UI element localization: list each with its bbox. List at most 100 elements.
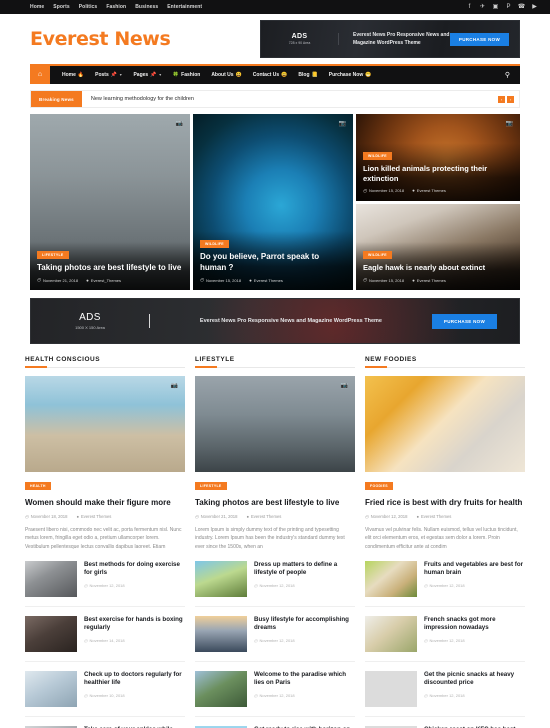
nav-item-pages[interactable]: Pages 📌 ▼ xyxy=(133,72,161,78)
twitter-icon[interactable]: ✈ xyxy=(479,4,486,11)
hero-card-parrot[interactable]: 📷 WILDLIFE Do you believe, Parrot speak … xyxy=(193,114,353,290)
section-title-lifestyle: LIFESTYLE xyxy=(195,356,355,368)
post-thumbnail[interactable] xyxy=(365,560,417,597)
smiley-icon: 😀 xyxy=(281,72,288,78)
list-item[interactable]: Fruits and vegetables are best for human… xyxy=(365,560,525,607)
post-thumbnail[interactable] xyxy=(25,615,77,652)
header-ad-slot-size: 728 x 90 Area xyxy=(288,41,311,45)
list-item[interactable]: Best exercise for hands is boxing regula… xyxy=(25,615,185,662)
post-thumbnail[interactable] xyxy=(25,670,77,707)
post-date: ◴ November 12, 2018 xyxy=(254,638,355,643)
post-thumbnail[interactable] xyxy=(195,615,247,652)
post-list: Dress up matters to define a lifestyle o… xyxy=(195,560,355,728)
whatsapp-icon[interactable]: ☎ xyxy=(518,4,525,11)
mid-ad-purchase-button[interactable]: PURCHASE NOW xyxy=(431,313,497,329)
instagram-icon[interactable]: ▣ xyxy=(492,4,499,11)
post-thumbnail[interactable] xyxy=(365,670,417,707)
post-title[interactable]: French snacks got more impression nowada… xyxy=(424,616,525,633)
post-date-text: November 15, 2018 xyxy=(368,277,405,283)
post-date: ◴ November 12, 2018 xyxy=(424,638,525,643)
nav-item-about-us[interactable]: About Us 😃 xyxy=(211,72,241,78)
featured-excerpt: Lorem Ipsum is simply dummy text of the … xyxy=(195,526,345,551)
hero-card-title[interactable]: Eagle hawk is nearly about extinct xyxy=(363,263,513,273)
category-badge[interactable]: FOODIES xyxy=(365,482,393,490)
site-logo[interactable]: Everest News xyxy=(30,28,260,50)
category-badge[interactable]: WILDLIFE xyxy=(363,251,392,260)
category-badge[interactable]: HEALTH xyxy=(25,482,51,490)
topnav-item-entertainment[interactable]: Entertainment xyxy=(167,4,202,10)
category-badge[interactable]: WILDLIFE xyxy=(200,240,229,249)
topnav-item-sports[interactable]: Sports xyxy=(53,4,69,10)
facebook-icon[interactable]: f xyxy=(466,4,473,11)
pinterest-icon[interactable]: P xyxy=(505,4,512,11)
header-ad-purchase-button[interactable]: PURCHASE NOW xyxy=(449,32,509,46)
post-body: French snacks got more impression nowada… xyxy=(424,616,525,643)
list-item[interactable]: Check up to doctors regularly for health… xyxy=(25,670,185,717)
list-item[interactable]: Welcome to the paradise which lies on Pa… xyxy=(195,670,355,717)
featured-image[interactable]: 📷 xyxy=(25,376,185,472)
post-thumbnail[interactable] xyxy=(195,560,247,597)
topnav-item-fashion[interactable]: Fashion xyxy=(106,4,126,10)
hero-card-title[interactable]: Do you believe, Parrot speak to human ? xyxy=(200,252,346,273)
list-item[interactable]: Get the picnic snacks at heavy discounte… xyxy=(365,670,525,717)
post-title[interactable]: Busy lifestyle for accomplishing dreams xyxy=(254,616,355,633)
hero-card-bridge[interactable]: 📷 LIFESTYLE Taking photos are best lifes… xyxy=(30,114,190,290)
prev-arrow-icon[interactable]: ‹ xyxy=(498,95,505,103)
post-thumbnail[interactable] xyxy=(365,615,417,652)
post-date-text: November 15, 2018 xyxy=(368,188,405,193)
post-body: Get the picnic snacks at heavy discounte… xyxy=(424,671,525,698)
home-icon[interactable]: ⌂ xyxy=(30,65,50,84)
featured-image[interactable] xyxy=(365,376,525,472)
post-author: ● Everest Themes xyxy=(412,188,446,193)
header-ad-banner[interactable]: ADS 728 x 90 Area Everest News Pro Respo… xyxy=(260,20,520,58)
mid-ad-banner[interactable]: ADS 1500 X 150 Area Everest News Pro Res… xyxy=(30,298,520,344)
hero-card-overlay: WILDLIFE Do you believe, Parrot speak to… xyxy=(193,231,353,290)
post-title[interactable]: Check up to doctors regularly for health… xyxy=(84,671,185,688)
nav-item-contact-us[interactable]: Contact Us 😀 xyxy=(253,72,288,78)
post-title[interactable]: Welcome to the paradise which lies on Pa… xyxy=(254,671,355,688)
category-badge[interactable]: LIFESTYLE xyxy=(195,482,227,490)
fire-icon: 🔥 xyxy=(77,72,85,78)
topnav-item-politics[interactable]: Politics xyxy=(79,4,98,10)
featured-title[interactable]: Taking photos are best lifestyle to live xyxy=(195,498,355,509)
nav-item-purchase-now[interactable]: Purchase Now 😁 xyxy=(329,72,372,78)
list-item[interactable]: Busy lifestyle for accomplishing dreams … xyxy=(195,615,355,662)
topnav-item-home[interactable]: Home xyxy=(30,4,44,10)
post-author-text: Everest Themes xyxy=(420,513,452,519)
featured-title[interactable]: Fried rice is best with dry fruits for h… xyxy=(365,498,525,509)
post-author-text: Everest Themes xyxy=(253,277,283,283)
youtube-icon[interactable]: ▶ xyxy=(531,4,538,11)
category-badge[interactable]: WILDLIFE xyxy=(363,152,392,160)
category-badge[interactable]: LIFESTYLE xyxy=(37,250,69,259)
nav-item-about-us-label: About Us xyxy=(211,72,234,78)
post-author: ● Everest Themes xyxy=(76,514,111,519)
post-date: ◴ November 21, 2018 xyxy=(195,514,237,519)
nav-item-posts[interactable]: Posts 📌 ▼ xyxy=(95,72,122,78)
search-icon[interactable]: ⚲ xyxy=(505,71,510,79)
list-item[interactable]: Dress up matters to define a lifestyle o… xyxy=(195,560,355,607)
nav-item-home[interactable]: Home 🔥 xyxy=(62,72,84,78)
list-item[interactable]: Best methods for doing exercise for girl… xyxy=(25,560,185,607)
featured-title[interactable]: Women should make their figure more xyxy=(25,498,185,509)
nav-item-blog[interactable]: Blog 📒 xyxy=(298,72,317,78)
post-thumbnail[interactable] xyxy=(25,560,77,597)
hero-card-title[interactable]: Lion killed animals protecting their ext… xyxy=(363,164,513,184)
topnav-item-business[interactable]: Business xyxy=(135,4,158,10)
post-date: ◴ November 12, 2018 xyxy=(424,693,525,698)
breaking-news-headline[interactable]: New learning methodology for the childre… xyxy=(82,96,194,102)
featured-image[interactable]: 📷 xyxy=(195,376,355,472)
post-title[interactable]: Best exercise for hands is boxing regula… xyxy=(84,616,185,633)
hero-card-lion[interactable]: 📷 WILDLIFE Lion killed animals protectin… xyxy=(356,114,520,201)
nav-item-fashion[interactable]: 🍀 Fashion xyxy=(173,72,200,78)
post-date-text: November 10, 2018 xyxy=(89,693,125,699)
hero-card-title[interactable]: Taking photos are best lifestyle to live xyxy=(37,263,183,273)
next-arrow-icon[interactable]: › xyxy=(507,95,514,103)
post-date: ◴ November 18, 2018 xyxy=(25,514,67,519)
post-title[interactable]: Dress up matters to define a lifestyle o… xyxy=(254,561,355,578)
post-thumbnail[interactable] xyxy=(195,670,247,707)
post-title[interactable]: Best methods for doing exercise for girl… xyxy=(84,561,185,578)
post-title[interactable]: Fruits and vegetables are best for human… xyxy=(424,561,525,578)
post-title[interactable]: Get the picnic snacks at heavy discounte… xyxy=(424,671,525,688)
hero-card-eagle[interactable]: WILDLIFE Eagle hawk is nearly about exti… xyxy=(356,203,520,290)
list-item[interactable]: French snacks got more impression nowada… xyxy=(365,615,525,662)
